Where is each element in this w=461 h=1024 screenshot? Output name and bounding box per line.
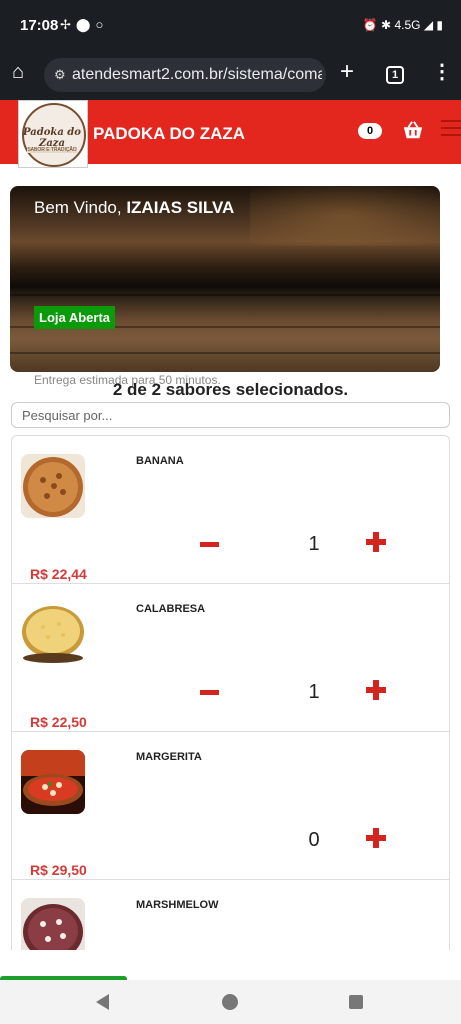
store-name: PADOKA DO ZAZA — [93, 124, 246, 143]
product-image — [21, 898, 85, 950]
quantity-value: 1 — [308, 681, 320, 703]
menu-icon[interactable] — [441, 120, 461, 140]
product-name: CALABRESA — [136, 603, 206, 615]
browser-toolbar: ⌂ ⚙ atendesmart2.com.br/sistema/comanda … — [0, 52, 461, 100]
product-price: R$ 29,50 — [30, 862, 87, 878]
banner-plank-line — [10, 294, 440, 296]
welcome-prefix: Bem Vindo, — [34, 198, 122, 217]
list-item[interactable]: MARSHMELOW — [12, 880, 449, 950]
address-bar[interactable]: ⚙ atendesmart2.com.br/sistema/comanda — [44, 58, 326, 92]
location-icon: ⬤ — [75, 17, 96, 32]
store-logo[interactable]: Padoka do Zaza SABOR E TRADIÇÃO — [18, 100, 88, 168]
fan-icon: ✢ — [60, 17, 76, 32]
status-bar: 17:08 ✢⬤○ ⏰ ✱ 4.5G ◢ ▮ — [0, 0, 461, 52]
decrease-button[interactable] — [200, 690, 219, 695]
signal-icon: ◢ — [423, 18, 434, 32]
recent-apps-icon[interactable] — [349, 995, 363, 1009]
logo-text: Padoka do Zaza — [23, 127, 81, 149]
clock: 17:08 — [20, 17, 59, 34]
home-nav-icon[interactable] — [222, 994, 238, 1010]
system-nav-bar — [0, 980, 461, 1024]
list-item[interactable]: BANANA 1 R$ 22,44 — [12, 436, 449, 584]
increase-button[interactable] — [366, 532, 386, 552]
list-item[interactable]: MARGERITA 0 R$ 29,50 — [12, 732, 449, 880]
site-settings-icon[interactable]: ⚙ — [54, 67, 66, 83]
network-label: 4.5G — [394, 18, 421, 32]
product-image — [21, 602, 85, 666]
list-item[interactable]: CALABRESA 1 R$ 22,50 — [12, 584, 449, 732]
browser-menu-icon[interactable]: ⋮ — [432, 62, 452, 82]
product-list: BANANA 1 R$ 22,44 CALABRESA 1 R$ 22,50 M… — [11, 435, 450, 950]
welcome-banner: Bem Vindo, IZAIAS SILVA Loja Aberta — [10, 186, 440, 372]
decrease-button[interactable] — [200, 542, 219, 547]
product-image — [21, 750, 85, 814]
product-image — [21, 454, 85, 518]
banner-light — [250, 186, 440, 246]
quantity-value: 0 — [308, 829, 320, 851]
increase-button[interactable] — [366, 680, 386, 700]
banner-plank-line — [10, 352, 440, 354]
notification-icons: ✢⬤○ — [60, 17, 108, 33]
back-icon[interactable] — [96, 994, 109, 1010]
quantity-value: 1 — [308, 533, 320, 555]
user-name: IZAIAS SILVA — [126, 198, 235, 217]
url-text[interactable]: atendesmart2.com.br/sistema/comanda — [72, 66, 322, 84]
app-header: Padoka do Zaza SABOR E TRADIÇÃO PADOKA D… — [0, 100, 461, 168]
store-status-badge: Loja Aberta — [34, 306, 116, 329]
system-icons: ⏰ ✱ 4.5G ◢ ▮ — [363, 18, 443, 32]
cart-count-badge[interactable]: 0 — [358, 123, 382, 139]
welcome-text: Bem Vindo, IZAIAS SILVA — [34, 198, 234, 218]
increase-button[interactable] — [366, 828, 386, 848]
product-name: MARGERITA — [136, 751, 202, 763]
new-tab-icon[interactable]: + — [340, 60, 354, 84]
logo-subtitle: SABOR E TRADIÇÃO — [27, 147, 77, 153]
search-input[interactable] — [11, 402, 450, 428]
alarm-icon: ⏰ — [362, 18, 378, 32]
battery-icon: ▮ — [436, 18, 443, 32]
circle-icon: ○ — [95, 17, 109, 32]
product-name: MARSHMELOW — [136, 899, 219, 911]
product-name: BANANA — [136, 455, 184, 467]
bluetooth-icon: ✱ — [381, 18, 392, 32]
basket-icon[interactable] — [402, 119, 424, 141]
selection-counter: 2 de 2 sabores selecionados. — [112, 380, 349, 399]
tab-switcher-button[interactable]: 1 — [386, 66, 404, 84]
product-price: R$ 22,50 — [30, 714, 87, 730]
home-icon[interactable]: ⌂ — [12, 62, 32, 82]
product-price: R$ 22,44 — [30, 566, 87, 582]
